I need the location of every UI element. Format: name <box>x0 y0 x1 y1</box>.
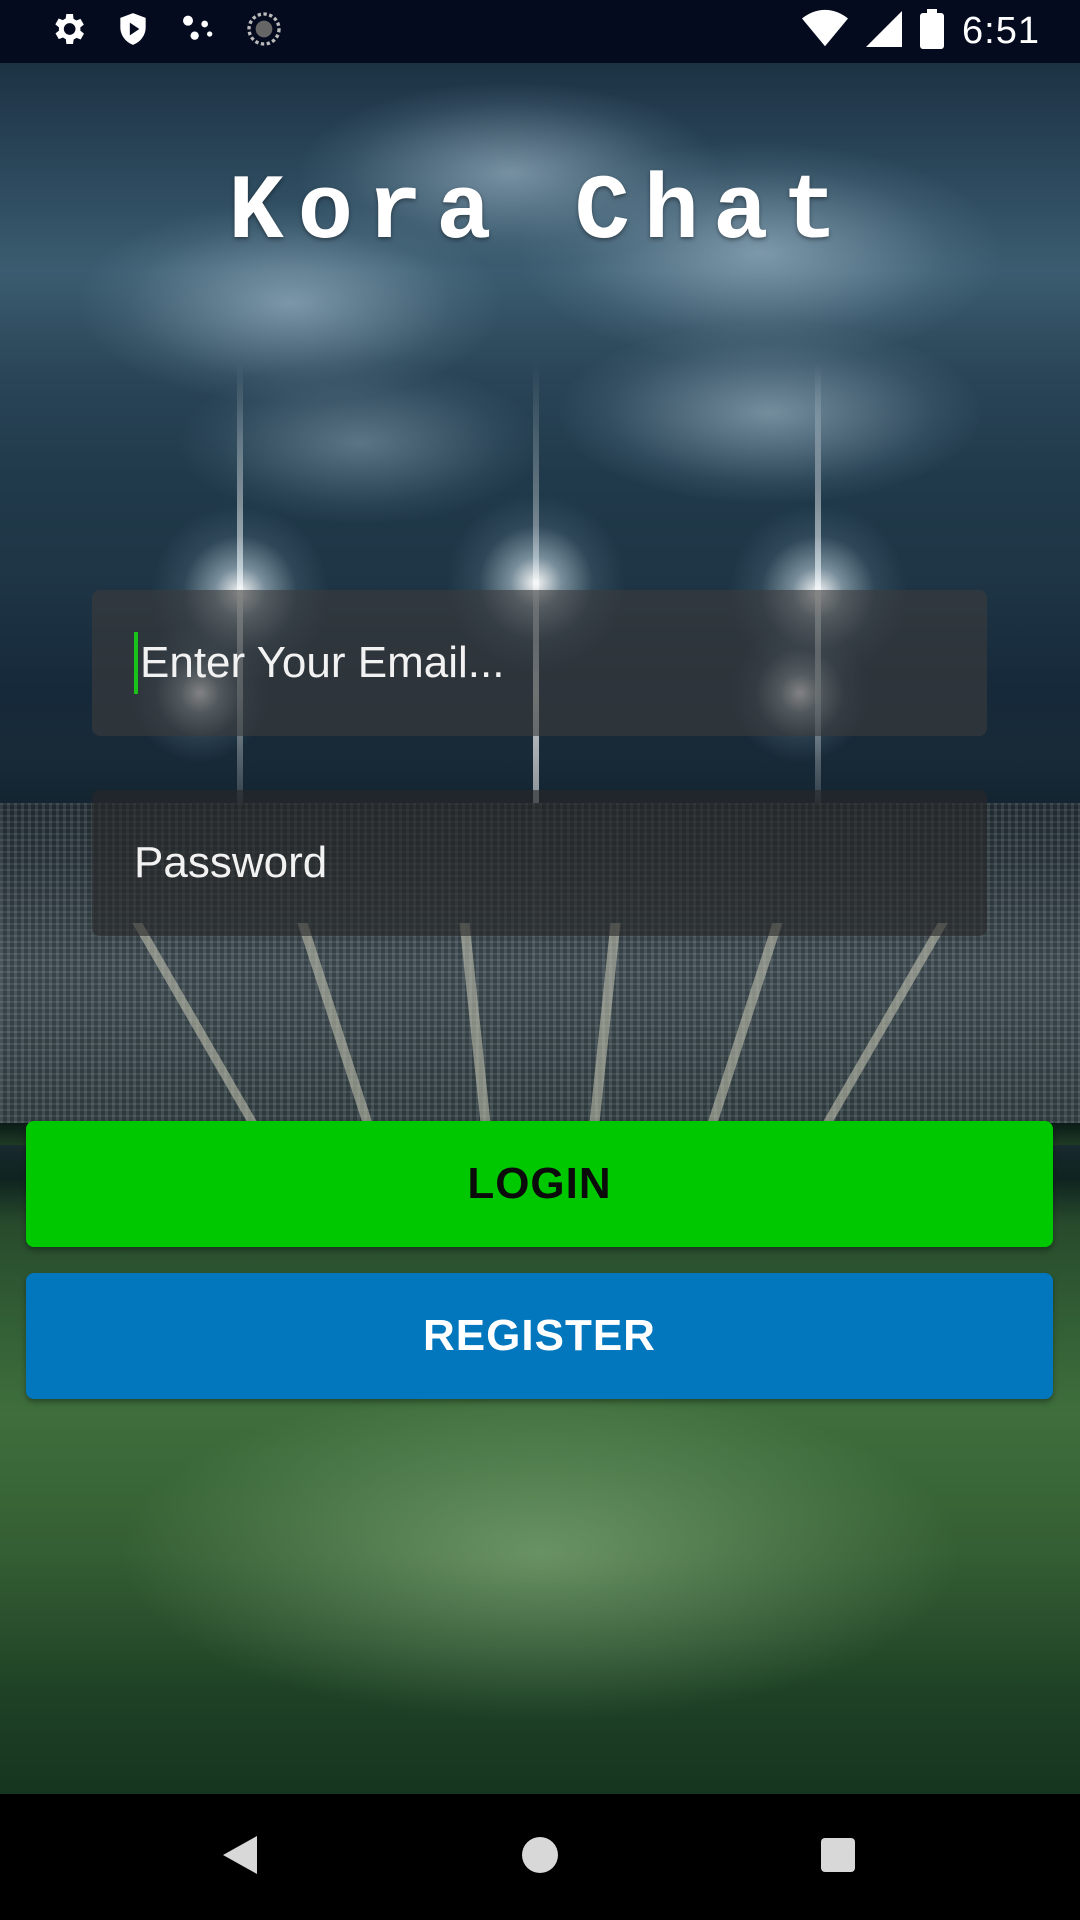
email-placeholder: Enter Your Email... <box>140 638 505 687</box>
settings-icon <box>48 9 88 54</box>
status-icons-left <box>48 11 284 51</box>
text-cursor <box>134 632 138 694</box>
recents-icon <box>821 1837 855 1877</box>
recents-button[interactable] <box>778 1794 898 1920</box>
shield-icon <box>114 9 152 54</box>
home-icon <box>522 1836 558 1878</box>
back-icon <box>223 1835 257 1879</box>
password-placeholder: Password <box>134 838 328 887</box>
signal-icon <box>866 9 903 54</box>
password-field[interactable]: Password <box>92 790 987 936</box>
status-bar: 6:51 <box>0 0 1080 63</box>
status-icons-right: 6:51 <box>802 0 1040 63</box>
register-button[interactable]: REGISTER <box>26 1273 1053 1399</box>
home-button[interactable] <box>480 1794 600 1920</box>
navigation-bar <box>0 1794 1080 1920</box>
login-button[interactable]: LOGIN <box>26 1121 1053 1247</box>
battery-icon <box>920 9 945 54</box>
wifi-icon <box>802 9 849 54</box>
email-field[interactable]: Enter Your Email... <box>92 590 987 736</box>
status-time: 6:51 <box>962 10 1040 52</box>
app-title: Kora Chat <box>228 160 852 265</box>
dots-icon <box>178 9 218 54</box>
sync-icon <box>244 9 284 54</box>
back-button[interactable] <box>180 1794 300 1920</box>
